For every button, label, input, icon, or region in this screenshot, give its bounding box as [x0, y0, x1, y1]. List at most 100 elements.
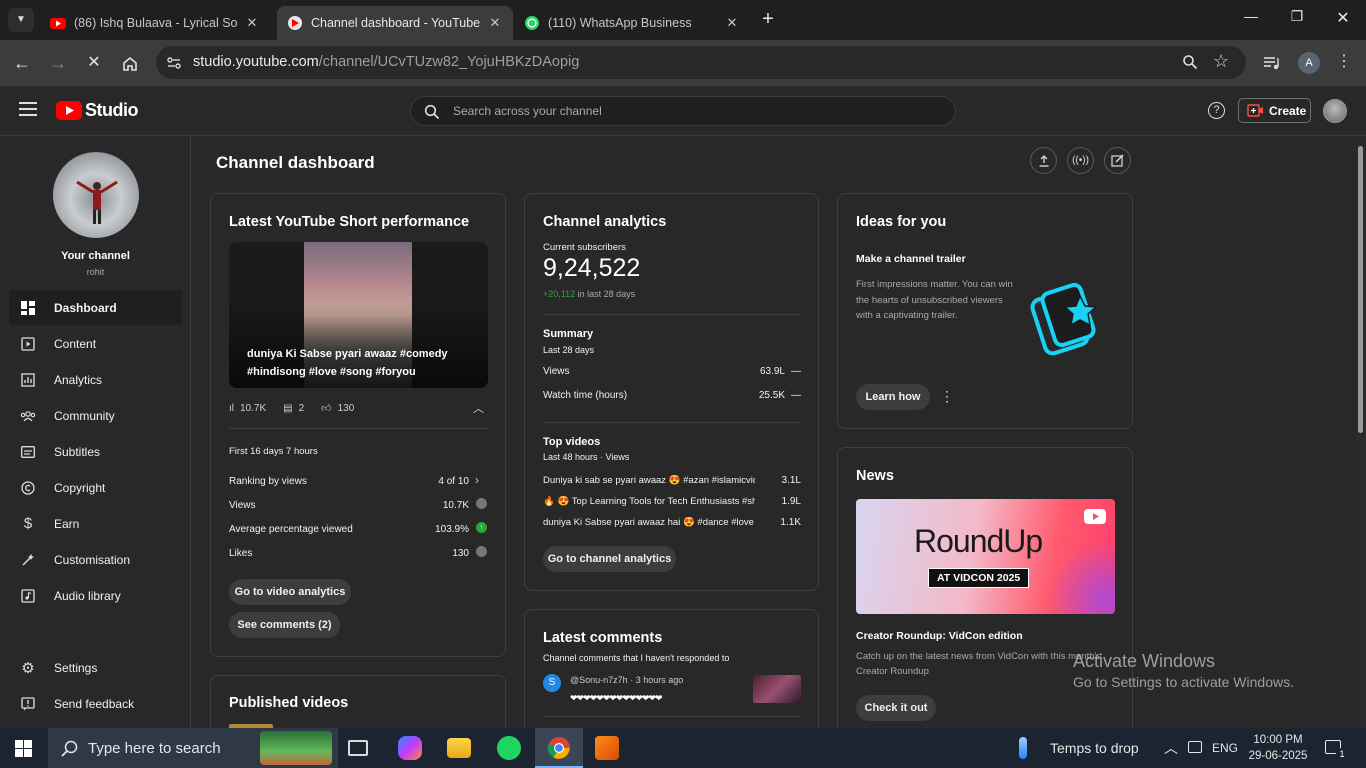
task-view-icon[interactable]: [348, 740, 368, 756]
comment-video-thumbnail[interactable]: [753, 675, 801, 703]
weather-text[interactable]: Temps to drop: [1050, 740, 1139, 756]
sidebar-item-label: Dashboard: [54, 300, 117, 315]
hamburger-menu-icon[interactable]: [19, 102, 37, 116]
create-button[interactable]: Create: [1238, 98, 1311, 123]
studio-logo[interactable]: Studio: [56, 100, 139, 121]
tab-title: (110) WhatsApp Business: [548, 16, 692, 30]
chevron-up-icon[interactable]: ︿: [473, 400, 484, 416]
commenter-avatar[interactable]: S: [543, 674, 561, 692]
sidebar-item-send-feedback[interactable]: Send feedback: [9, 686, 182, 721]
sidebar-item-settings[interactable]: ⚙ Settings: [9, 650, 182, 685]
short-period: First 16 days 7 hours: [229, 446, 318, 457]
fl-studio-icon[interactable]: [595, 736, 619, 760]
stat-value: 103.9%: [435, 524, 469, 535]
stat-label: Views: [229, 500, 256, 511]
top-video-title[interactable]: duniya Ki Sabse pyari awaaz hai 😍 #dance…: [543, 517, 755, 528]
upload-button[interactable]: [1030, 147, 1057, 174]
news-banner-title: RoundUp: [914, 523, 1043, 559]
sidebar-item-content[interactable]: Content: [9, 326, 182, 361]
top-video-title[interactable]: 🔥 😍 Top Learning Tools for Tech Enthusia…: [543, 496, 755, 507]
close-window-button[interactable]: ✕: [1320, 8, 1366, 32]
stop-loading-button[interactable]: ✕: [82, 52, 106, 76]
language-indicator[interactable]: ENG: [1212, 741, 1238, 755]
sidebar-item-label: Earn: [54, 516, 80, 531]
more-options-icon[interactable]: ⋮: [940, 388, 954, 405]
feedback-icon: [20, 696, 36, 712]
tab-search-button[interactable]: ▼: [8, 8, 34, 32]
close-icon[interactable]: ✕: [724, 15, 740, 31]
copilot-icon[interactable]: [398, 736, 422, 760]
channel-search-input[interactable]: Search across your channel: [410, 96, 956, 126]
chevron-right-icon[interactable]: ›: [475, 473, 479, 487]
close-icon[interactable]: ✕: [244, 15, 260, 31]
profile-avatar[interactable]: A: [1298, 52, 1320, 74]
short-stats-row: ıl 10.7K ▤ 2 👍︎ 130: [229, 402, 354, 415]
thermometer-icon: [1019, 737, 1027, 759]
sidebar-item-audio-library[interactable]: Audio library: [9, 578, 182, 613]
upload-icon: [1039, 154, 1048, 167]
account-avatar[interactable]: [1323, 99, 1347, 123]
top-videos-title: Top videos: [543, 436, 601, 448]
sidebar-item-community[interactable]: Community: [9, 398, 182, 433]
sidebar-item-copyright[interactable]: Copyright: [9, 470, 182, 505]
spotify-icon[interactable]: [497, 736, 521, 760]
clock[interactable]: 10:00 PM 29-06-2025: [1244, 732, 1312, 764]
scrollbar[interactable]: [1355, 137, 1366, 728]
top-video-title[interactable]: Duniya ki sab se pyari awaaz 😍 #azan #is…: [543, 475, 755, 486]
divider: [543, 314, 801, 315]
live-broadcast-icon: ((•)): [1072, 155, 1089, 166]
news-banner-subtitle: AT VIDCON 2025: [928, 568, 1030, 588]
news-banner[interactable]: RoundUp AT VIDCON 2025: [856, 499, 1115, 614]
forward-button[interactable]: →: [46, 52, 70, 76]
media-controls-icon[interactable]: [1263, 55, 1281, 71]
youtube-icon: [50, 18, 66, 29]
activate-windows-text: Go to Settings to activate Windows.: [1073, 674, 1294, 690]
address-bar[interactable]: studio.youtube.com/channel/UCvTUzw82_Yoj…: [156, 46, 1246, 79]
check-it-out-button[interactable]: Check it out: [856, 695, 936, 721]
browser-tab-whatsapp[interactable]: (110) WhatsApp Business ✕: [514, 6, 750, 40]
site-settings-icon[interactable]: [166, 55, 182, 71]
see-comments-button[interactable]: See comments (2): [229, 612, 340, 638]
browser-tab-youtube[interactable]: (86) Ishq Bulaava - Lyrical Song ✕: [40, 6, 270, 40]
short-thumbnail[interactable]: duniya Ki Sabse pyari awaaz #comedy #hin…: [229, 242, 488, 388]
meet-now-icon[interactable]: [1188, 741, 1202, 753]
taskbar-search-input[interactable]: Type here to search: [48, 728, 338, 768]
channel-avatar[interactable]: [53, 152, 139, 238]
browser-menu-icon[interactable]: ⋮: [1336, 51, 1352, 71]
back-button[interactable]: ←: [10, 52, 34, 76]
ideas-card: Ideas for you Make a channel trailer Fir…: [837, 193, 1133, 429]
sidebar-item-subtitles[interactable]: Subtitles: [9, 434, 182, 469]
create-post-button[interactable]: [1104, 147, 1131, 174]
dashboard-icon: [20, 300, 36, 316]
zoom-icon[interactable]: [1182, 54, 1198, 70]
sidebar-item-earn[interactable]: $ Earn: [9, 506, 182, 541]
chevron-up-icon[interactable]: ︿: [1164, 738, 1178, 758]
minimize-button[interactable]: —: [1228, 8, 1274, 32]
go-to-video-analytics-button[interactable]: Go to video analytics: [229, 579, 351, 605]
bookmark-star-icon[interactable]: ☆: [1213, 51, 1229, 72]
go-to-channel-analytics-button[interactable]: Go to channel analytics: [543, 546, 676, 572]
learn-how-button[interactable]: Learn how: [856, 384, 930, 410]
browser-tab-studio[interactable]: Channel dashboard - YouTube Studio ✕: [277, 6, 513, 40]
maximize-button[interactable]: ❐: [1274, 8, 1320, 32]
new-tab-button[interactable]: +: [757, 8, 779, 30]
edit-icon: [1111, 154, 1124, 167]
sidebar-item-customisation[interactable]: Customisation: [9, 542, 182, 577]
close-icon[interactable]: ✕: [487, 15, 503, 31]
top-videos-period: Last 48 hours · Views: [543, 452, 630, 462]
clock-date: 29-06-2025: [1248, 750, 1308, 762]
chrome-taskbar-button[interactable]: [535, 728, 583, 768]
youtube-studio-icon: [288, 16, 302, 30]
tab-title: (86) Ishq Bulaava - Lyrical Song: [74, 16, 238, 30]
sidebar-item-analytics[interactable]: Analytics: [9, 362, 182, 397]
windows-start-icon[interactable]: [15, 740, 32, 757]
person-photo-icon: [76, 180, 118, 224]
url-text: studio.youtube.com/channel/UCvTUzw82_Yoj…: [193, 54, 580, 70]
sidebar-item-dashboard[interactable]: Dashboard: [9, 290, 182, 325]
help-icon[interactable]: ?: [1208, 102, 1225, 119]
go-live-button[interactable]: ((•)): [1067, 147, 1094, 174]
studio-logo-text: Studio: [85, 100, 139, 120]
home-button[interactable]: [118, 52, 142, 76]
file-explorer-icon[interactable]: [447, 738, 471, 758]
scrollbar-thumb[interactable]: [1358, 146, 1363, 433]
